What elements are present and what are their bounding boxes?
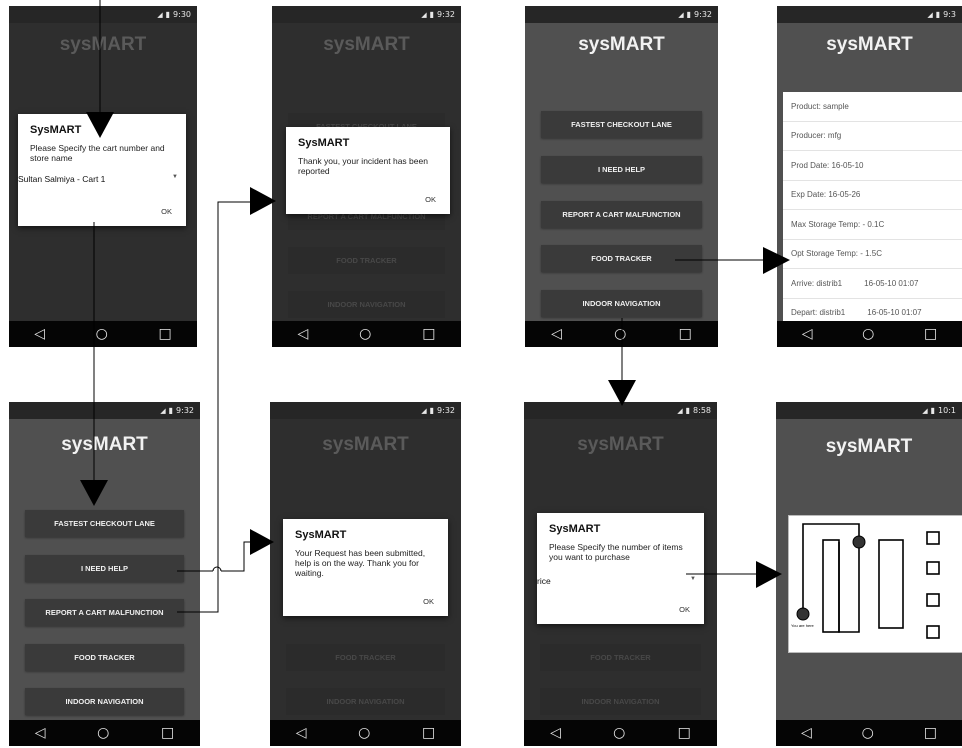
- arrow-head: [250, 529, 274, 555]
- arrow-head: [608, 380, 636, 406]
- arrow-head: [763, 247, 790, 274]
- flow-arrows: [80, 0, 790, 613]
- arrow-head: [250, 187, 276, 215]
- arrow-head: [80, 480, 108, 506]
- arrow-head: [86, 112, 114, 138]
- arrow-head: [756, 561, 782, 588]
